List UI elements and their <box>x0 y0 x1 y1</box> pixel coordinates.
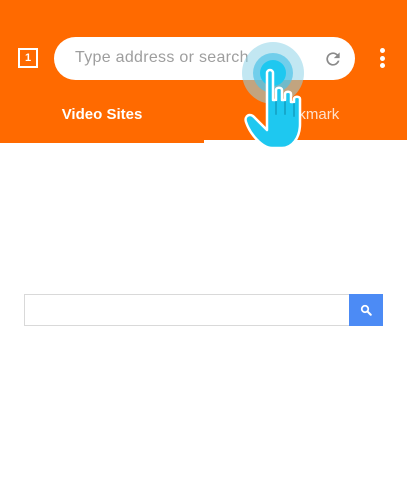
browser-toolbar: 1 Type address or search Video Sites Boo… <box>0 0 407 143</box>
reload-icon[interactable] <box>323 49 343 69</box>
tab-selected-indicator <box>204 140 407 143</box>
tab-switcher-button[interactable]: 1 <box>18 48 38 68</box>
search-icon <box>360 304 372 316</box>
overflow-menu-icon[interactable] <box>377 48 387 70</box>
search-button[interactable] <box>349 294 383 326</box>
search-input[interactable] <box>24 294 350 326</box>
address-bar[interactable]: Type address or search <box>54 37 355 80</box>
address-placeholder: Type address or search <box>75 49 249 66</box>
tab-video-sites[interactable]: Video Sites <box>0 100 204 143</box>
tab-bookmark[interactable]: Bookmark <box>204 100 407 143</box>
